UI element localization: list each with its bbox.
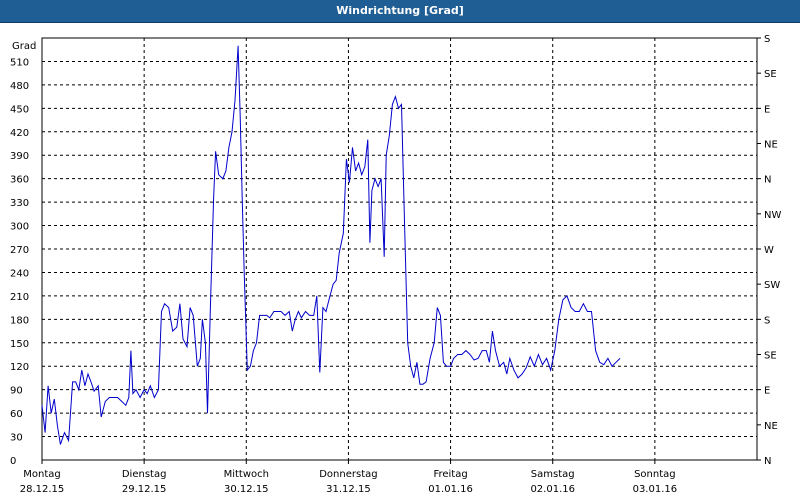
y-tick-label: 300: [10, 222, 29, 233]
right-axis-label: NE: [764, 140, 778, 151]
chart-area: 0 30 60 90 120 150 180 210 240 270 300 330 360 390 420…: [0, 23, 800, 500]
x-tick-day-label: Donnerstag: [319, 469, 377, 480]
wind-direction-chart: 0 30 60 90 120 150 180 210 240 270 300 330 360 390 420…: [10, 34, 781, 495]
right-axis-label: NW: [764, 210, 781, 221]
y-tick-label: 390: [10, 151, 29, 162]
x-tick-day-label: Dienstag: [122, 469, 167, 480]
y-tick-label: 210: [10, 292, 29, 303]
chart-title-bar: Windrichtung [Grad]: [0, 0, 800, 23]
right-axis-label: SW: [764, 280, 780, 291]
y-tick-label: 330: [10, 198, 29, 209]
y-tick-label: 450: [10, 104, 29, 115]
chart-title: Windrichtung [Grad]: [336, 4, 464, 17]
y-tick-label: 180: [10, 315, 29, 326]
x-tick-date-label: 03.01.16: [633, 484, 678, 495]
x-tick-date-label: 01.01.16: [428, 484, 473, 495]
y-tick-label: 60: [10, 409, 23, 420]
y-tick-label: 480: [10, 81, 29, 92]
y-tick-label: 240: [10, 268, 29, 279]
right-axis-label: E: [764, 386, 770, 397]
y-tick-label: 360: [10, 175, 29, 186]
right-axis-label: SE: [764, 69, 777, 80]
y-tick-label: 150: [10, 339, 29, 350]
y-tick-label: 90: [10, 386, 23, 397]
right-axis-label: S: [764, 34, 770, 45]
right-axis-label: SE: [764, 351, 777, 362]
x-tick-day-label: Freitag: [433, 469, 467, 480]
y-tick-label: 120: [10, 362, 29, 373]
x-tick-day-label: Sonntag: [634, 469, 676, 480]
y-tick-label: 270: [10, 245, 29, 256]
x-tick-date-label: 31.12.15: [326, 484, 371, 495]
y-tick-label: 30: [10, 433, 23, 444]
right-axis-label: S: [764, 315, 770, 326]
y-tick-label: 0: [10, 456, 16, 467]
x-tick-date-label: 02.01.16: [530, 484, 575, 495]
right-axis-label: W: [764, 245, 774, 256]
y-tick-label: 420: [10, 128, 29, 139]
right-axis-label: N: [764, 175, 771, 186]
x-tick-date-label: 29.12.15: [122, 484, 167, 495]
x-tick-date-label: 28.12.15: [20, 484, 65, 495]
right-axis-label: NE: [764, 421, 778, 432]
right-axis-label: E: [764, 104, 770, 115]
x-tick-day-label: Mittwoch: [224, 469, 269, 480]
x-tick-date-label: 30.12.15: [224, 484, 269, 495]
y-tick-label: 510: [10, 57, 29, 68]
y-axis-label: Grad: [12, 41, 36, 52]
x-tick-day-label: Samstag: [531, 469, 575, 480]
x-tick-day-label: Montag: [23, 469, 60, 480]
right-axis-label: N: [764, 456, 771, 467]
